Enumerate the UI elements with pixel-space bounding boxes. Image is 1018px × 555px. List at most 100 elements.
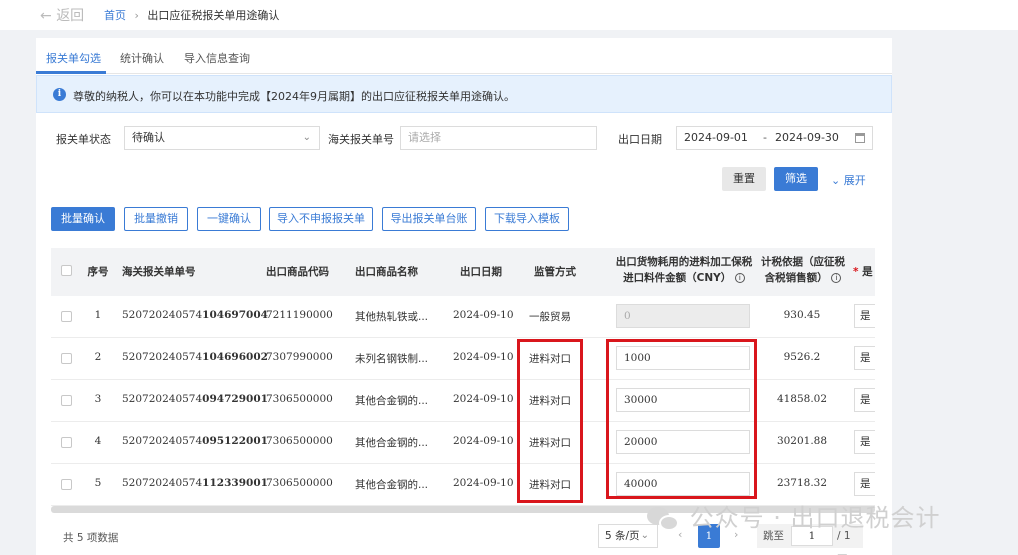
- main-card: 报关单勾选 统计确认 导入信息查询 i 尊敬的纳税人，你可以在本功能中完成【20…: [36, 38, 892, 555]
- batch-confirm-button[interactable]: 批量确认: [51, 207, 115, 231]
- select-all-checkbox[interactable]: [61, 265, 72, 276]
- row-yes-select[interactable]: 是: [854, 430, 875, 454]
- row-yes-select[interactable]: 是: [854, 472, 875, 496]
- customs-no-prefix: 520720240574: [122, 309, 203, 321]
- tab-statistics-confirm[interactable]: 统计确认: [120, 50, 164, 66]
- download-template-button[interactable]: 下载导入模板: [485, 207, 569, 231]
- row-checkbox[interactable]: [61, 437, 72, 448]
- chevron-down-icon: ⌄: [831, 174, 841, 187]
- row-date: 2024-09-10: [453, 477, 514, 489]
- col-tax-line1: 计税依据（应征税: [761, 256, 845, 268]
- tab-bar: 报关单勾选 统计确认 导入信息查询: [36, 38, 892, 74]
- date-to: 2024-09-30: [775, 131, 839, 144]
- row-tax-basis: 30201.88: [776, 435, 828, 447]
- calendar-icon: [855, 133, 865, 143]
- row-code: 7306500000: [266, 477, 333, 489]
- row-customs-no: 520720240574095122001: [122, 435, 268, 447]
- row-amount-input: 0: [616, 304, 750, 328]
- one-click-confirm-button[interactable]: 一键确认: [197, 207, 261, 231]
- info-circle-icon[interactable]: i: [734, 273, 745, 283]
- customs-no-suffix: 104696002: [202, 351, 268, 363]
- col-amount-line2: 进口料件金额（CNY）: [623, 272, 732, 284]
- status-select[interactable]: 待确认 ⌄: [124, 126, 320, 150]
- info-circle-icon[interactable]: i: [831, 273, 842, 283]
- row-yes-select[interactable]: 是: [854, 304, 875, 328]
- row-date: 2024-09-10: [453, 309, 514, 321]
- top-bar: ← 返回 首页 › 出口应征税报关单用途确认: [0, 0, 1018, 30]
- row-checkbox[interactable]: [61, 479, 72, 490]
- customs-no-suffix: 095122001: [202, 435, 268, 447]
- table-row: 1 520720240574104697004 7211190000 其他热轧铁或..…: [51, 296, 875, 338]
- back-button[interactable]: ← 返回: [40, 5, 84, 25]
- breadcrumb-current: 出口应征税报关单用途确认: [147, 9, 280, 22]
- customs-no-suffix: 094729001: [202, 393, 268, 405]
- customs-no-prefix: 520720240574: [122, 477, 203, 489]
- watermark-text: 公众号 · 出口退税会计: [689, 504, 941, 532]
- col-yes: * 是: [853, 264, 875, 280]
- row-customs-no: 520720240574094729001: [122, 393, 268, 405]
- col-date: 出口日期: [460, 266, 502, 278]
- back-label: 返回: [56, 8, 85, 24]
- row-seq: 3: [94, 393, 102, 405]
- customs-no-label: 海关报关单号: [328, 133, 394, 146]
- page-size-value: 5 条/页: [605, 530, 640, 542]
- row-tax-basis: 23718.32: [776, 477, 828, 489]
- filter-button[interactable]: 筛选: [774, 167, 818, 191]
- date-from: 2024-09-01: [684, 131, 748, 144]
- reset-button[interactable]: 重置: [722, 167, 766, 191]
- active-tab-indicator: [36, 71, 106, 74]
- row-customs-no: 520720240574112339001: [122, 477, 268, 489]
- row-date: 2024-09-10: [453, 393, 514, 405]
- breadcrumb: 首页 › 出口应征税报关单用途确认: [104, 7, 279, 23]
- customs-no-prefix: 520720240574: [122, 393, 203, 405]
- row-checkbox[interactable]: [61, 353, 72, 364]
- col-amount-line1: 出口货物耗用的进料加工保税: [615, 256, 753, 268]
- row-checkbox[interactable]: [61, 311, 72, 322]
- col-tax-line2: 含税销售额）: [764, 272, 828, 284]
- total-count: 共 5 项数据: [63, 532, 119, 544]
- row-tax-basis: 9526.2: [783, 351, 821, 363]
- customs-no-prefix: 520720240574: [122, 351, 203, 363]
- row-code: 7306500000: [266, 435, 333, 447]
- customs-no-placeholder: 请选择: [408, 131, 441, 144]
- date-range-picker[interactable]: 2024-09-01 - 2024-09-30: [676, 126, 873, 150]
- row-customs-no: 520720240574104696002: [122, 351, 268, 363]
- notice-text: 尊敬的纳税人，你可以在本功能中完成【2024年9月属期】的出口应征税报关单用途确…: [73, 90, 515, 103]
- row-checkbox[interactable]: [61, 395, 72, 406]
- expand-toggle[interactable]: ⌄ 展开: [831, 172, 866, 188]
- col-supervision: 监管方式: [534, 266, 576, 278]
- row-name: 其他热轧铁或...: [355, 311, 429, 323]
- row-name: 其他合金钢的...: [355, 437, 429, 449]
- export-ledger-button[interactable]: 导出报关单台账: [382, 207, 476, 231]
- batch-revoke-button[interactable]: 批量撤销: [124, 207, 188, 231]
- watermark: 公众号 · 出口退税会计: [647, 498, 941, 533]
- date-range-separator: -: [763, 131, 767, 144]
- customs-no-suffix: 112339001: [202, 477, 268, 489]
- row-name: 未列名钢铁制...: [355, 353, 429, 365]
- row-yes-select[interactable]: 是: [854, 346, 875, 370]
- export-date-label: 出口日期: [618, 133, 662, 146]
- customs-no-select[interactable]: 请选择: [400, 126, 597, 150]
- row-yes-select[interactable]: 是: [854, 388, 875, 412]
- row-name: 其他合金钢的...: [355, 479, 429, 491]
- col-customs-no: 海关报关单单号: [122, 266, 196, 278]
- row-code: 7307990000: [266, 351, 333, 363]
- customs-no-suffix: 104697004: [202, 309, 268, 321]
- row-code: 7306500000: [266, 393, 333, 405]
- breadcrumb-home[interactable]: 首页: [104, 9, 126, 22]
- chevron-down-icon: ⌄: [302, 132, 311, 143]
- import-non-declared-button[interactable]: 导入不申报报关单: [269, 207, 373, 231]
- arrow-left-icon: ←: [40, 8, 52, 24]
- info-icon: i: [53, 88, 66, 101]
- status-label: 报关单状态: [56, 133, 111, 146]
- col-yes-label: 是: [862, 266, 873, 278]
- col-tax-basis: 计税依据（应征税 含税销售额） i: [755, 254, 851, 286]
- row-seq: 4: [94, 435, 102, 447]
- tab-declaration-select[interactable]: 报关单勾选: [46, 50, 101, 66]
- tab-import-query[interactable]: 导入信息查询: [184, 50, 250, 66]
- row-name: 其他合金钢的...: [355, 395, 429, 407]
- row-supervision: 一般贸易: [529, 311, 571, 323]
- row-date: 2024-09-10: [453, 435, 514, 447]
- row-date: 2024-09-10: [453, 351, 514, 363]
- breadcrumb-separator: ›: [134, 9, 139, 22]
